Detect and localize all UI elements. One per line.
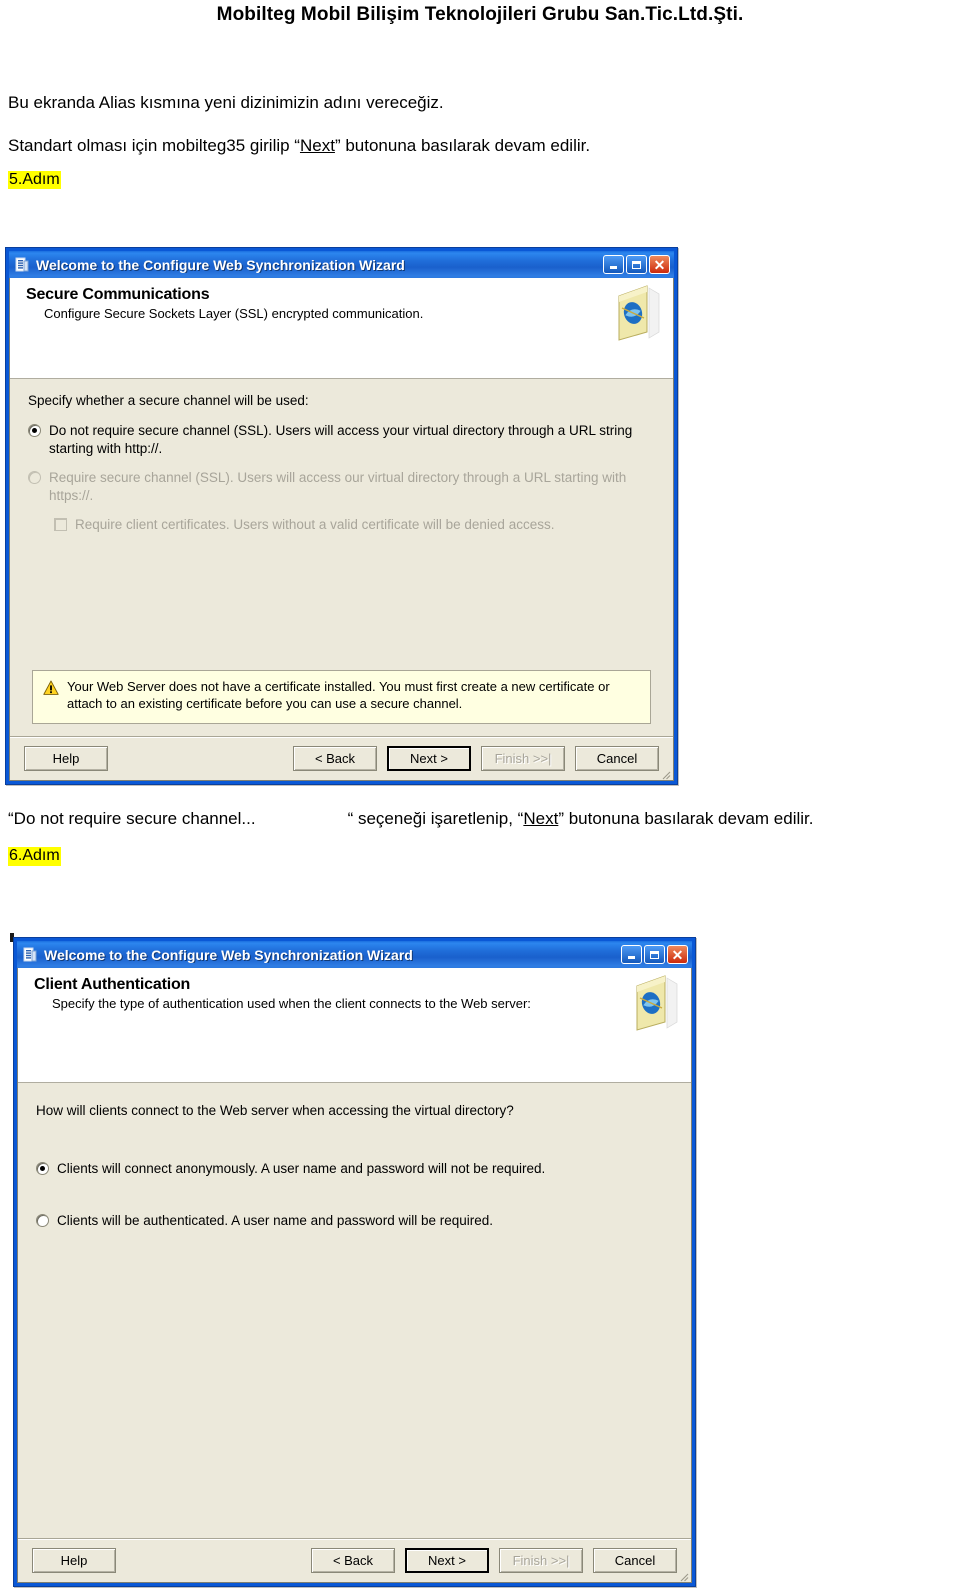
resize-grip-icon[interactable] bbox=[677, 1569, 689, 1582]
help-button[interactable]: Help bbox=[32, 1548, 116, 1573]
document-body: Bu ekranda Alias kısmına yeni dizinimizi… bbox=[8, 92, 952, 189]
maximize-icon[interactable] bbox=[644, 945, 665, 964]
radio-authenticated-indicator[interactable] bbox=[36, 1213, 49, 1227]
secure-communications-dialog[interactable]: Welcome to the Configure Web Synchroniza… bbox=[5, 247, 678, 785]
step-badge-5: 5.Adım bbox=[8, 170, 61, 189]
intro-paragraph-2: Standart olması için mobilteg35 girilip … bbox=[8, 135, 952, 156]
dialog-client-area: Secure Communications Configure Secure S… bbox=[9, 278, 674, 781]
radio-require-ssl: Require secure channel (SSL). Users will… bbox=[28, 469, 655, 504]
cancel-button[interactable]: Cancel bbox=[575, 746, 659, 771]
web-folder-icon bbox=[605, 282, 661, 342]
help-button[interactable]: Help bbox=[24, 746, 108, 771]
intro-paragraph-2-after: ” butonuna basılarak devam edilir. bbox=[334, 136, 591, 156]
mid-caption-part2: “ seçeneği işaretlenip, “ bbox=[347, 809, 524, 828]
radio-anonymous-label: Clients will connect anonymously. A user… bbox=[57, 1161, 546, 1176]
dialog-client-area: Client Authentication Specify the type o… bbox=[17, 968, 692, 1583]
wizard-body: How will clients connect to the Web serv… bbox=[18, 1083, 691, 1538]
warning-triangle-icon bbox=[43, 680, 59, 696]
dialog-title: Welcome to the Configure Web Synchroniza… bbox=[36, 256, 405, 273]
dialog-titlebar[interactable]: Welcome to the Configure Web Synchroniza… bbox=[9, 251, 674, 278]
mid-caption-block: “Do not require secure channel... “ seçen… bbox=[8, 808, 952, 866]
mid-caption: “Do not require secure channel... “ seçen… bbox=[8, 808, 952, 829]
next-keyword-2: Next bbox=[523, 809, 559, 828]
window-controls[interactable]: ✕ bbox=[603, 255, 672, 274]
dialog-titlebar[interactable]: Welcome to the Configure Web Synchroniza… bbox=[17, 941, 692, 968]
maximize-icon[interactable] bbox=[626, 255, 647, 274]
finish-button: Finish >>| bbox=[481, 746, 565, 771]
banner-heading: Client Authentication bbox=[34, 976, 191, 993]
wizard-banner: Client Authentication Specify the type o… bbox=[18, 968, 691, 1083]
window-controls[interactable]: ✕ bbox=[621, 945, 690, 964]
minimize-icon[interactable] bbox=[621, 945, 642, 964]
certificate-warning-box: Your Web Server does not have a certific… bbox=[32, 670, 651, 724]
checkbox-client-certificates: Require client certificates. Users witho… bbox=[28, 516, 655, 534]
page-title: Mobilteg Mobil Bilişim Teknolojileri Gru… bbox=[216, 4, 744, 25]
radio-authenticated-label: Clients will be authenticated. A user na… bbox=[57, 1212, 493, 1228]
client-authentication-dialog[interactable]: Welcome to the Configure Web Synchroniza… bbox=[13, 937, 696, 1587]
finish-button: Finish >>| bbox=[499, 1548, 583, 1573]
banner-heading: Secure Communications bbox=[26, 286, 210, 303]
radio-anonymous-indicator[interactable] bbox=[36, 1162, 49, 1175]
dialog-footer: Help < Back Next > Finish >>| Cancel bbox=[18, 1538, 691, 1582]
cancel-button[interactable]: Cancel bbox=[593, 1548, 677, 1573]
minimize-icon[interactable] bbox=[603, 255, 624, 274]
wizard-banner: Secure Communications Configure Secure S… bbox=[10, 278, 673, 379]
dialog-title: Welcome to the Configure Web Synchroniza… bbox=[44, 946, 413, 963]
radio-no-ssl[interactable]: Do not require secure channel (SSL). Use… bbox=[28, 422, 655, 457]
back-button[interactable]: < Back bbox=[311, 1548, 395, 1573]
next-keyword-1: Next bbox=[299, 136, 335, 156]
secure-channel-prompt: Specify whether a secure channel will be… bbox=[28, 393, 309, 408]
checkbox-client-certificates-label: Require client certificates. Users witho… bbox=[75, 517, 555, 533]
banner-subtext: Configure Secure Sockets Layer (SSL) enc… bbox=[44, 306, 424, 321]
dialog-footer: Help < Back Next > Finish >>| Cancel bbox=[10, 736, 673, 780]
certificate-warning-text: Your Web Server does not have a certific… bbox=[67, 679, 610, 712]
radio-anonymous[interactable]: Clients will connect anonymously. A user… bbox=[36, 1160, 673, 1178]
radio-require-ssl-indicator bbox=[28, 471, 41, 485]
mid-caption-part1: “Do not require secure channel... bbox=[8, 809, 256, 828]
intro-paragraph-2-before: Standart olması için mobilteg35 girilip … bbox=[8, 136, 300, 156]
close-icon[interactable]: ✕ bbox=[649, 255, 670, 274]
banner-subtext: Specify the type of authentication used … bbox=[52, 996, 531, 1011]
radio-no-ssl-indicator[interactable] bbox=[28, 424, 41, 437]
intro-paragraph-1: Bu ekranda Alias kısmına yeni dizinimizi… bbox=[8, 93, 444, 112]
checkbox-client-certificates-indicator bbox=[54, 518, 67, 532]
resize-grip-icon[interactable] bbox=[659, 767, 671, 780]
client-connect-prompt: How will clients connect to the Web serv… bbox=[36, 1103, 514, 1118]
web-folder-icon bbox=[623, 972, 679, 1032]
next-button[interactable]: Next > bbox=[387, 746, 471, 771]
radio-authenticated[interactable]: Clients will be authenticated. A user na… bbox=[36, 1212, 673, 1230]
back-button[interactable]: < Back bbox=[293, 746, 377, 771]
radio-no-ssl-label: Do not require secure channel (SSL). Use… bbox=[49, 423, 633, 456]
mid-caption-part3: ” butonuna basılarak devam edilir. bbox=[558, 809, 814, 828]
step-badge-6: 6.Adım bbox=[8, 847, 61, 866]
wizard-icon bbox=[14, 257, 30, 273]
radio-require-ssl-label: Require secure channel (SSL). Users will… bbox=[49, 470, 627, 503]
wizard-body: Specify whether a secure channel will be… bbox=[10, 379, 673, 736]
next-button[interactable]: Next > bbox=[405, 1548, 489, 1573]
close-icon[interactable]: ✕ bbox=[667, 945, 688, 964]
wizard-icon bbox=[22, 947, 38, 963]
